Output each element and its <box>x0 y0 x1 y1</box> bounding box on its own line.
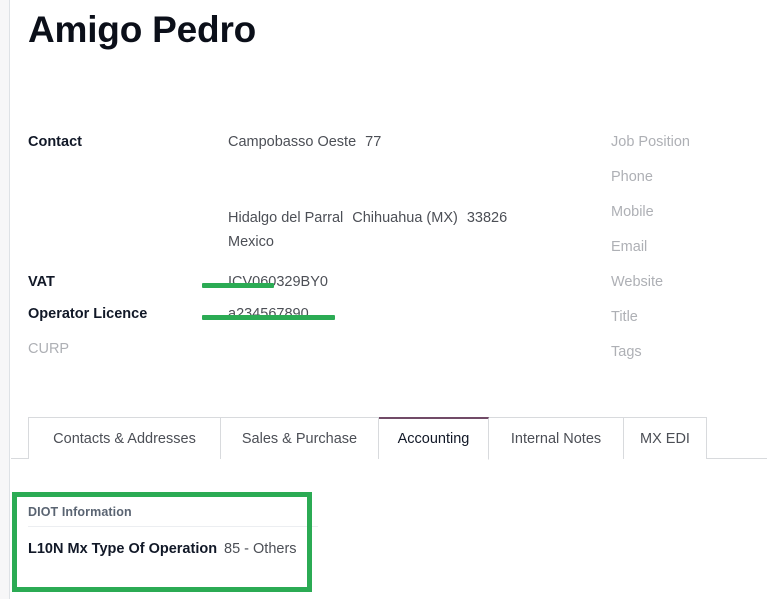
address-zip: 33826 <box>466 210 508 226</box>
field-value-type-of-operation[interactable]: 85 - Others <box>224 539 297 560</box>
field-operator-licence: Operator Licence a234567890 <box>28 304 588 339</box>
accounting-tab-pane: DIOT Information L10N Mx Type Of Operati… <box>11 460 767 599</box>
field-contact: Contact Campobasso Oeste 77 Hidalgo del P… <box>28 132 588 272</box>
address-city-line: Hidalgo del Parral Chihuahua (MX) 33826 <box>228 208 588 228</box>
form-left-column: Contact Campobasso Oeste 77 Hidalgo del P… <box>28 132 588 369</box>
field-label-type-of-operation: L10N Mx Type Of Operation <box>28 541 218 557</box>
tab-contacts-addresses[interactable]: Contacts & Addresses <box>28 417 221 459</box>
tab-label: Accounting <box>397 431 470 447</box>
field-curp: CURP <box>28 339 588 369</box>
field-title[interactable]: Title <box>611 307 767 342</box>
tab-mx-edi[interactable]: MX EDI <box>624 417 707 459</box>
group-title-diot: DIOT Information <box>28 505 318 527</box>
address-city: Hidalgo del Parral <box>228 210 344 226</box>
address-country: Mexico <box>228 232 588 252</box>
field-label-curp[interactable]: CURP <box>28 339 69 359</box>
address-street: Campobasso Oeste <box>228 134 357 150</box>
field-website[interactable]: Website <box>611 272 767 307</box>
tab-label: Sales & Purchase <box>241 430 358 447</box>
field-value-operator-licence[interactable]: a234567890 <box>228 304 309 324</box>
field-vat: VAT ICV060329BY0 <box>28 272 588 304</box>
field-mobile[interactable]: Mobile <box>611 202 767 237</box>
app-left-gutter <box>0 0 10 599</box>
annotation-underline-country <box>202 283 274 288</box>
address-state: Chihuahua (MX) <box>352 210 458 226</box>
field-job-position[interactable]: Job Position <box>611 132 767 167</box>
tab-label: Contacts & Addresses <box>53 430 196 447</box>
address-street-line: Campobasso Oeste 77 <box>228 132 588 152</box>
form-right-column: Job Position Phone Mobile Email Website … <box>611 132 767 377</box>
field-tags[interactable]: Tags <box>611 342 767 377</box>
record-form-page: Amigo Pedro Contact Campobasso Oeste 77 H… <box>11 0 767 599</box>
group-diot-information: DIOT Information L10N Mx Type Of Operati… <box>28 505 318 579</box>
contact-address[interactable]: Campobasso Oeste 77 Hidalgo del Parral Chi… <box>228 132 588 256</box>
tab-label: Internal Notes <box>510 430 602 447</box>
tab-accounting[interactable]: Accounting <box>379 417 489 460</box>
annotation-underline-vat <box>202 315 335 320</box>
field-label-vat: VAT <box>28 274 55 290</box>
field-label-contact: Contact <box>28 134 82 150</box>
page-title: Amigo Pedro <box>28 9 257 50</box>
tab-internal-notes[interactable]: Internal Notes <box>489 417 624 459</box>
field-phone[interactable]: Phone <box>611 167 767 202</box>
tab-label: MX EDI <box>640 430 690 447</box>
tab-sales-purchase[interactable]: Sales & Purchase <box>221 417 379 459</box>
field-email[interactable]: Email <box>611 237 767 272</box>
field-label-operator-licence: Operator Licence <box>28 306 148 322</box>
field-value-vat[interactable]: ICV060329BY0 <box>228 272 328 292</box>
field-l10n-mx-type-of-operation: L10N Mx Type Of Operation 85 - Others <box>28 539 318 579</box>
notebook-tab-bar: Contacts & Addresses Sales & Purchase Ac… <box>11 417 767 460</box>
address-country-label: Mexico <box>228 234 274 250</box>
address-blank-line <box>228 156 588 208</box>
address-street-number: 77 <box>365 134 382 150</box>
